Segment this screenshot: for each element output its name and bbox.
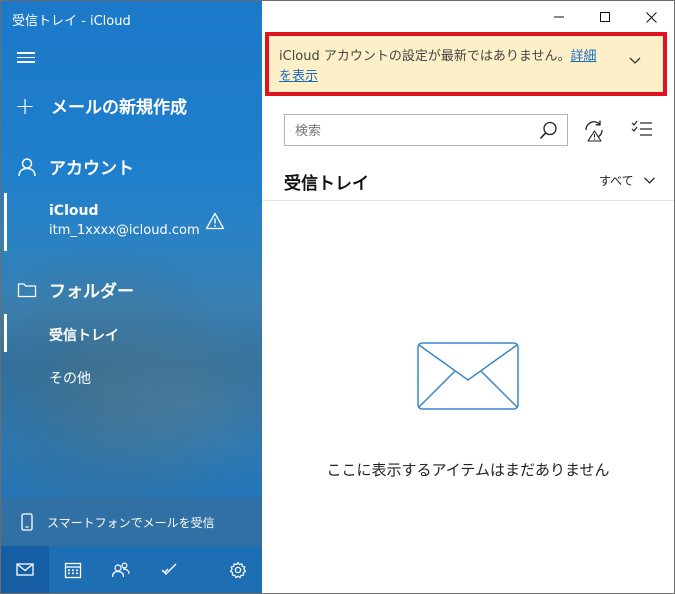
chevron-down-icon[interactable]: [629, 57, 641, 65]
envelope-icon: [417, 342, 519, 410]
maximize-icon: [600, 12, 610, 22]
folder-icon: [17, 282, 37, 297]
filter-label: すべて: [599, 174, 634, 188]
new-mail-label: メールの新規作成: [51, 98, 187, 118]
todo-icon: [161, 563, 177, 575]
person-icon: [18, 157, 36, 176]
banner-message: iCloud アカウントの設定が最新ではありません。: [279, 49, 571, 64]
people-icon: [111, 561, 130, 577]
account-warning-banner: iCloud アカウントの設定が最新ではありません。詳細を表示: [265, 32, 667, 96]
close-button[interactable]: [628, 1, 674, 33]
inbox-title: 受信トレイ: [284, 174, 369, 194]
folders-header-label: フォルダー: [49, 282, 134, 302]
banner-text: iCloud アカウントの設定が最新ではありません。詳細を表示: [279, 47, 609, 87]
search-box: [284, 114, 568, 146]
folder-label: その他: [49, 371, 91, 387]
filter-dropdown[interactable]: すべて: [599, 172, 655, 189]
sidebar: 受信トレイ - iCloud + メールの新規作成 アカウント iCloud i…: [1, 1, 262, 593]
mail-app-window: 受信トレイ - iCloud + メールの新規作成 アカウント iCloud i…: [0, 0, 675, 594]
window-controls: [536, 1, 674, 33]
account-email: itm_1xxxx@icloud.com: [49, 223, 200, 238]
mail-nav-button[interactable]: [1, 546, 49, 593]
folder-label: 受信トレイ: [49, 328, 119, 344]
hamburger-icon[interactable]: [17, 49, 35, 65]
mail-icon: [16, 563, 34, 576]
account-name: iCloud: [49, 203, 99, 219]
selection-indicator: [4, 193, 7, 251]
search-input[interactable]: [293, 120, 527, 142]
settings-nav-button[interactable]: [214, 546, 262, 593]
minimize-icon: [554, 16, 564, 18]
new-mail-button[interactable]: + メールの新規作成: [15, 91, 187, 120]
calendar-icon: [64, 562, 82, 578]
warning-icon[interactable]: [205, 212, 225, 230]
select-mode-icon[interactable]: [631, 120, 653, 138]
bottom-nav: [1, 546, 262, 593]
folder-item-other[interactable]: その他: [1, 357, 262, 395]
chevron-down-icon: [643, 177, 655, 184]
plus-icon: +: [15, 91, 36, 120]
folders-header[interactable]: フォルダー: [17, 277, 134, 302]
calendar-nav-button[interactable]: [49, 546, 97, 593]
window-title: 受信トレイ - iCloud: [12, 14, 131, 29]
settings-icon: [229, 561, 247, 578]
selection-indicator: [4, 314, 7, 352]
divider: [262, 200, 674, 201]
minimize-button[interactable]: [536, 1, 582, 33]
phone-mail-button[interactable]: スマートフォンでメールを受信: [1, 498, 262, 546]
maximize-button[interactable]: [582, 1, 628, 33]
todo-nav-button[interactable]: [145, 546, 193, 593]
people-nav-button[interactable]: [97, 546, 145, 593]
close-icon: [645, 11, 657, 23]
accounts-header[interactable]: アカウント: [17, 154, 134, 179]
sync-icon[interactable]: [582, 118, 606, 142]
empty-message: ここに表示するアイテムはまだありません: [326, 461, 610, 479]
search-icon[interactable]: [539, 121, 558, 140]
phone-mail-label: スマートフォンでメールを受信: [47, 515, 215, 530]
folder-item-inbox[interactable]: 受信トレイ: [1, 314, 262, 352]
account-item-icloud[interactable]: iCloud itm_1xxxx@icloud.com: [1, 193, 262, 251]
phone-icon: [21, 513, 33, 531]
main-pane: iCloud アカウントの設定が最新ではありません。詳細を表示 検索 受信トレイ…: [262, 1, 674, 593]
accounts-header-label: アカウント: [49, 159, 134, 179]
